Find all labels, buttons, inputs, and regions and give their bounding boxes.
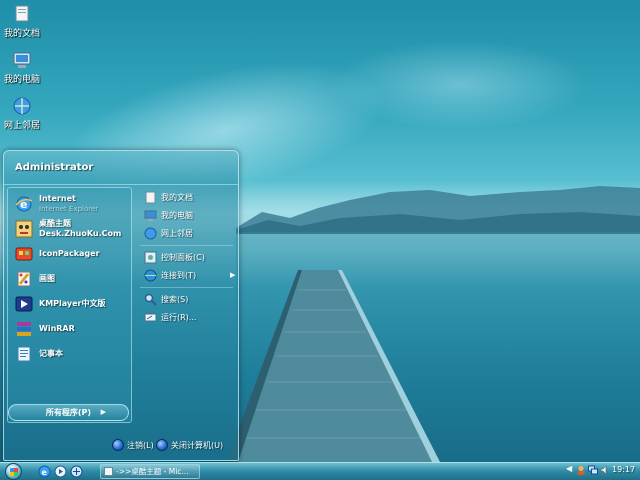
tray-user-icon[interactable] — [576, 465, 586, 475]
place-item-connect-to[interactable]: 连接到(T) ▶ — [144, 267, 235, 283]
program-item-notepad[interactable]: 记事本 — [15, 343, 131, 365]
run-icon — [144, 313, 157, 321]
svg-text:e: e — [42, 468, 48, 477]
start-menu-programs-pane: e Internet Internet Explorer 桌酷主题 Desk.Zhu… — [7, 187, 132, 423]
internet-explorer-icon[interactable]: e — [38, 465, 51, 478]
network-places-icon — [13, 97, 31, 115]
start-menu-header: Administrator — [4, 151, 238, 185]
program-label: 画图 — [39, 274, 55, 283]
logoff-label: 注销(L) — [127, 440, 154, 450]
start-menu-footer: 注销(L) 关闭计算机(U) — [4, 431, 238, 460]
taskbar-clock[interactable]: 19:17 — [612, 465, 635, 474]
notepad-icon — [17, 346, 31, 362]
paint-icon — [17, 271, 31, 287]
place-item-run[interactable]: 运行(R)... — [144, 309, 196, 325]
place-label: 连接到(T) — [161, 270, 197, 280]
tray-expand-icon[interactable]: ◀ — [566, 464, 572, 473]
desktop-icon-label: 我的电脑 — [3, 75, 40, 85]
place-label: 我的电脑 — [161, 210, 193, 220]
program-label: 桌酷主题 — [39, 219, 71, 228]
taskbar-window-button[interactable]: ->>桌酷主题 - Mic... — [100, 464, 200, 479]
logoff-icon — [112, 439, 124, 451]
start-menu: Administrator e Internet Internet Explore… — [3, 150, 239, 461]
zhuoku-theme-icon — [15, 220, 33, 238]
shutdown-button[interactable]: 关闭计算机(U) — [156, 439, 223, 451]
program-label: KMPlayer中文版 — [39, 299, 106, 308]
program-label: WinRAR — [39, 324, 75, 333]
network-places-icon — [144, 227, 157, 239]
program-label: IconPackager — [39, 249, 100, 258]
start-button[interactable] — [5, 463, 22, 480]
place-item-my-computer[interactable]: 我的电脑 — [144, 207, 193, 223]
program-item-paint[interactable]: 画图 — [15, 268, 131, 290]
program-item-zhuoku-theme[interactable]: 桌酷主题 Desk.ZhuoKu.Com — [15, 218, 131, 240]
program-item-winrar[interactable]: WinRAR — [15, 318, 131, 340]
control-panel-icon — [144, 251, 157, 263]
logoff-button[interactable]: 注销(L) — [112, 439, 154, 451]
program-item-internet[interactable]: e Internet Internet Explorer — [15, 193, 131, 215]
show-desktop-icon[interactable] — [70, 465, 83, 478]
program-label: Internet — [39, 194, 76, 203]
place-item-network-places[interactable]: 网上邻居 — [144, 225, 193, 241]
desktop-icon-my-documents[interactable]: 我的文档 — [0, 4, 50, 39]
desktop-icon-network-places[interactable]: 网上邻居 — [0, 96, 50, 131]
search-icon — [144, 293, 157, 306]
all-programs-button[interactable]: 所有程序(P) ▶ — [8, 404, 129, 421]
windows-logo-icon — [10, 468, 18, 476]
chevron-right-icon: ▶ — [100, 408, 106, 416]
place-label: 搜索(S) — [161, 294, 189, 304]
program-item-kmplayer[interactable]: KMPlayer中文版 — [15, 293, 131, 315]
power-icon — [156, 439, 168, 451]
my-computer-icon — [13, 52, 31, 68]
place-item-my-documents[interactable]: 我的文档 — [144, 189, 193, 205]
program-sublabel: Internet Explorer — [39, 205, 99, 213]
place-label: 控制面板(C) — [161, 252, 205, 262]
program-label: 记事本 — [39, 349, 63, 358]
chevron-right-icon: ▶ — [230, 271, 236, 279]
kmplayer-icon — [15, 296, 33, 312]
winrar-icon — [17, 322, 31, 336]
internet-explorer-icon: e — [15, 196, 33, 212]
place-item-control-panel[interactable]: 控制面板(C) — [144, 249, 205, 265]
desktop-icon-label: 网上邻居 — [3, 121, 40, 131]
user-name: Administrator — [15, 162, 94, 173]
program-sublabel: Desk.ZhuoKu.Com — [39, 229, 122, 238]
program-item-iconpackager[interactable]: IconPackager — [15, 243, 131, 265]
menu-separator — [140, 245, 233, 246]
all-programs-label: 所有程序(P) — [45, 408, 92, 417]
place-item-search[interactable]: 搜索(S) — [144, 291, 188, 307]
place-label: 我的文档 — [161, 192, 193, 202]
shutdown-label: 关闭计算机(U) — [171, 440, 224, 450]
tray-volume-icon[interactable] — [600, 465, 610, 475]
my-documents-icon — [145, 191, 156, 203]
iconpackager-icon — [15, 247, 33, 261]
place-label: 网上邻居 — [161, 228, 193, 238]
place-label: 运行(R)... — [161, 312, 197, 322]
taskbar — [0, 462, 640, 480]
my-documents-icon — [15, 5, 29, 22]
my-computer-icon — [144, 210, 157, 221]
tray-network-icon[interactable] — [588, 465, 598, 475]
media-player-icon[interactable] — [54, 465, 67, 478]
menu-separator — [140, 287, 233, 288]
taskbar-window-label: ->>桌酷主题 - Mic... — [116, 467, 189, 476]
desktop-icon-my-computer[interactable]: 我的电脑 — [0, 50, 50, 85]
connect-to-icon — [144, 269, 157, 281]
desktop-icon-label: 我的文档 — [3, 29, 40, 39]
document-icon — [104, 467, 113, 476]
start-menu-places-pane: 我的文档 我的电脑 网上邻居 控制面板(C) 连接到(T) ▶ 搜索(S) 运行… — [137, 187, 237, 423]
